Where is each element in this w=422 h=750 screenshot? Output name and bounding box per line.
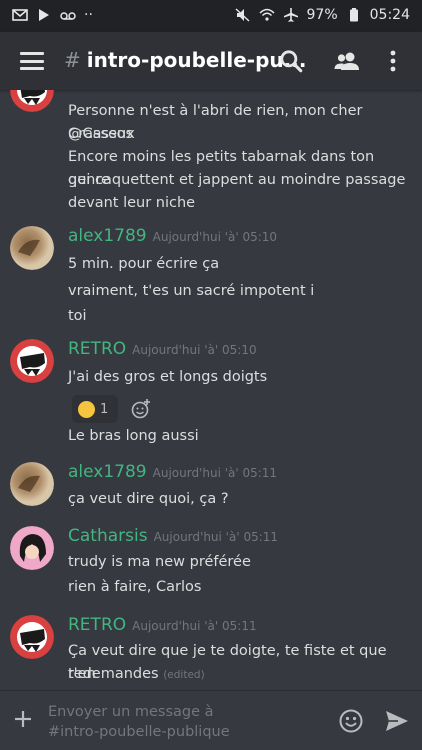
message-line: Le bras long aussi xyxy=(68,428,199,444)
author-name[interactable]: RETRO Aujourd'hui 'à' 05:10 xyxy=(68,339,257,359)
retro-avatar-image xyxy=(10,90,54,112)
reaction-chip[interactable]: 1 xyxy=(72,395,118,423)
reaction-count: 1 xyxy=(100,401,109,417)
message-line: 5 min. pour écrire ça xyxy=(68,256,220,272)
timestamp: Aujourd'hui 'à' 05:10 xyxy=(152,230,278,244)
message-line: devant leur niche xyxy=(68,195,196,211)
placeholder-line: Envoyer un message à xyxy=(48,704,214,720)
battery-level: 97% xyxy=(306,7,338,23)
retro-avatar[interactable] xyxy=(10,615,54,659)
author-name-text: RETRO xyxy=(68,615,127,635)
alex1789-avatar[interactable] xyxy=(10,462,54,506)
message-line: toi xyxy=(68,308,87,324)
add-reaction-icon[interactable] xyxy=(130,398,152,420)
author-name-text: alex1789 xyxy=(68,226,147,246)
catharsis-avatar-image xyxy=(10,526,54,570)
timestamp: Aujourd'hui 'à' 05:10 xyxy=(132,343,257,357)
gmail-icon xyxy=(12,9,28,21)
message-line: qui caquettent et jappent au moindre pas… xyxy=(68,172,406,188)
author-name-text: RETRO xyxy=(68,339,127,359)
channel-hash: # xyxy=(64,48,81,72)
message-line: J'ai des gros et longs doigts xyxy=(68,369,268,385)
message-input[interactable]: Envoyer un message à #intro-poubelle-pub… xyxy=(48,702,318,742)
add-attachment-icon[interactable] xyxy=(12,708,34,730)
airplane-mode-icon xyxy=(283,8,298,22)
author-name[interactable]: RETRO Aujourd'hui 'à' 05:11 xyxy=(68,615,257,635)
menu-icon[interactable] xyxy=(20,52,44,70)
retro-avatar-image xyxy=(10,615,54,659)
message-composer: Envoyer un message à #intro-poubelle-pub… xyxy=(0,690,422,750)
retro-avatar[interactable] xyxy=(10,339,54,383)
timestamp: Aujourd'hui 'à' 05:11 xyxy=(153,530,279,544)
more-notifications-dots: ·· xyxy=(84,7,93,23)
edited-label: (edited) xyxy=(163,669,205,681)
retro-avatar[interactable] xyxy=(10,90,54,112)
members-icon[interactable] xyxy=(333,48,361,74)
author-name[interactable]: alex1789 Aujourd'hui 'à' 05:11 xyxy=(68,462,277,482)
message-line: redemandes (edited) xyxy=(68,663,408,687)
mute-icon xyxy=(235,8,249,22)
message-line: vraiment, t'es un sacré impotent i xyxy=(68,283,315,299)
thinking-face-emoji-icon xyxy=(78,400,95,418)
message-list[interactable]: Personne n'est à l'abri de rien, mon che… xyxy=(0,90,422,690)
channel-title: # intro-poubelle-pu... xyxy=(64,48,306,72)
author-name-text: Catharsis xyxy=(68,526,148,546)
voicemail-icon xyxy=(60,12,76,20)
battery-icon xyxy=(349,8,358,22)
retro-avatar-image xyxy=(10,339,54,383)
status-bar: ·· 97% 05:24 xyxy=(0,0,422,32)
alex1789-avatar-image xyxy=(10,462,54,506)
message-line: Crasseux xyxy=(68,126,135,142)
alex1789-avatar[interactable] xyxy=(10,226,54,270)
message-line: rien à faire, Carlos xyxy=(68,579,202,595)
play-store-icon xyxy=(39,9,49,21)
author-name-text: alex1789 xyxy=(68,462,147,482)
wifi-icon xyxy=(258,8,275,21)
channel-header: # intro-poubelle-pu... xyxy=(0,32,422,90)
search-icon[interactable] xyxy=(278,48,304,74)
catharsis-avatar[interactable] xyxy=(10,526,54,570)
timestamp: Aujourd'hui 'à' 05:11 xyxy=(152,466,278,480)
message-line: trudy is ma new préférée xyxy=(68,554,251,570)
placeholder-line: #intro-poubelle-publique xyxy=(48,724,230,740)
alex1789-avatar-image xyxy=(10,226,54,270)
author-name[interactable]: Catharsis Aujourd'hui 'à' 05:11 xyxy=(68,526,278,546)
send-icon[interactable] xyxy=(384,709,410,733)
clock: 05:24 xyxy=(369,7,410,23)
emoji-picker-icon[interactable] xyxy=(338,708,364,734)
more-options-icon[interactable] xyxy=(383,48,403,74)
message-text: redemandes xyxy=(68,666,159,682)
channel-name: intro-poubelle-pu... xyxy=(86,48,307,72)
message-line: ça veut dire quoi, ça ? xyxy=(68,491,229,507)
timestamp: Aujourd'hui 'à' 05:11 xyxy=(132,619,257,633)
author-name[interactable]: alex1789 Aujourd'hui 'à' 05:10 xyxy=(68,226,277,246)
